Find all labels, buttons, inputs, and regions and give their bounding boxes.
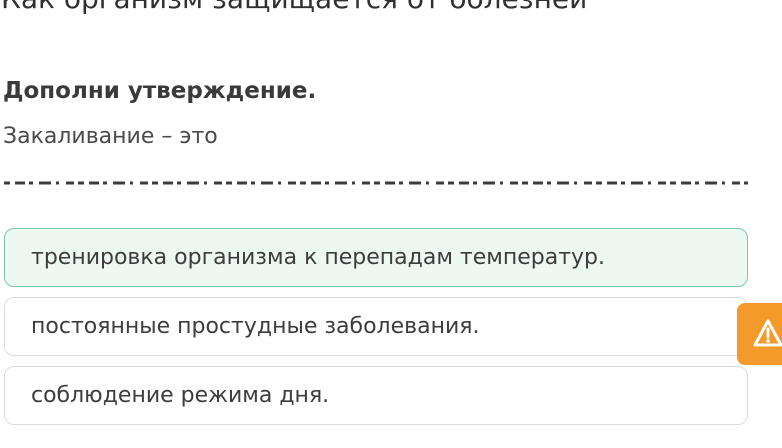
answer-option-text: постоянные простудные заболевания.: [31, 314, 480, 339]
question-instruction: Дополни утверждение.: [3, 78, 317, 104]
answer-option-text: соблюдение режима дня.: [31, 383, 330, 408]
answer-option[interactable]: постоянные простудные заболевания.: [4, 297, 748, 356]
warning-icon: [753, 319, 782, 347]
answer-option[interactable]: тренировка организма к перепадам темпера…: [4, 228, 748, 287]
answer-option-text: тренировка организма к перепадам темпера…: [31, 245, 606, 270]
question-statement: Закаливание – это: [3, 124, 218, 149]
answer-option[interactable]: соблюдение режима дня.: [4, 366, 748, 425]
report-button[interactable]: [737, 303, 782, 365]
quiz-page: Как организм защищается от болезней Допо…: [0, 0, 782, 448]
answer-blank: [4, 177, 748, 189]
page-title: Как организм защищается от болезней: [1, 0, 587, 16]
